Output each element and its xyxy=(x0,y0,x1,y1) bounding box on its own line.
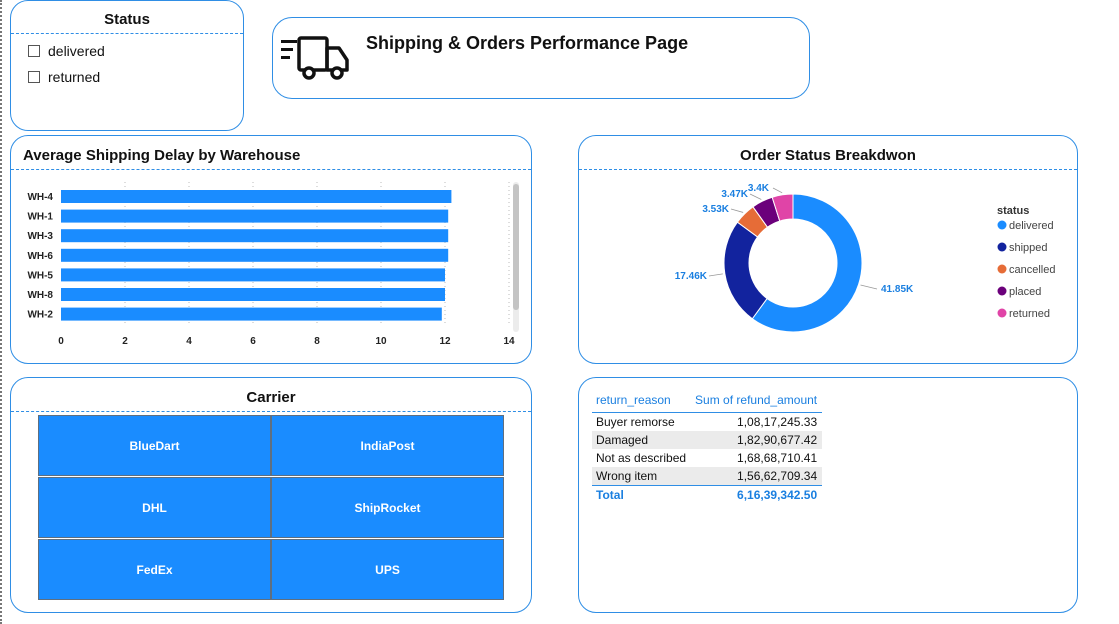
total-label-cell: Total xyxy=(592,485,692,504)
amount-cell: 1,82,90,677.42 xyxy=(691,431,823,449)
column-header-return-reason[interactable]: return_reason xyxy=(592,391,692,413)
legend-item-placed[interactable]: placed xyxy=(1009,286,1041,298)
y-category-label: WH-6 xyxy=(27,251,53,262)
y-category-label: WH-8 xyxy=(27,290,53,301)
reason-cell: Damaged xyxy=(592,431,692,449)
total-amount-cell: 6,16,39,342.50 xyxy=(691,485,823,504)
legend-item-delivered[interactable]: delivered xyxy=(1009,220,1054,232)
data-label: 17.46K xyxy=(675,271,708,282)
leader-line xyxy=(772,187,783,194)
status-option-returned[interactable]: returned xyxy=(28,69,100,85)
page-header-card: Shipping & Orders Performance Page xyxy=(272,17,810,99)
carrier-tile-grid: BlueDart IndiaPost DHL ShipRocket FedEx … xyxy=(38,415,504,600)
carrier-slicer: Carrier BlueDart IndiaPost DHL ShipRocke… xyxy=(10,377,532,613)
truck-icon xyxy=(281,36,349,80)
x-tick-label: 4 xyxy=(186,336,192,347)
reason-cell: Not as described xyxy=(596,451,687,465)
bar-wh-4[interactable] xyxy=(61,190,452,203)
table-row: Buyer remorse 1,08,17,245.33 xyxy=(592,413,822,432)
amount-cell: 1,68,68,710.41 xyxy=(737,451,818,465)
data-label: 41.85K xyxy=(881,284,914,295)
bar-wh-8[interactable] xyxy=(61,288,445,301)
carrier-tile-fedex[interactable]: FedEx xyxy=(38,539,271,600)
canvas-edge xyxy=(0,0,5,624)
y-category-label: WH-1 xyxy=(27,212,53,223)
legend-item-cancelled[interactable]: cancelled xyxy=(1009,264,1055,276)
y-category-label: WH-2 xyxy=(27,310,53,321)
bar-wh-2[interactable] xyxy=(61,307,442,321)
y-category-label: WH-4 xyxy=(27,192,53,203)
leader-line xyxy=(749,193,762,200)
amount-cell: 1,08,17,245.33 xyxy=(737,415,818,429)
reason-cell: Wrong item xyxy=(592,467,692,486)
leader-line xyxy=(860,284,878,290)
legend-marker-icon xyxy=(997,264,1007,274)
divider xyxy=(11,33,243,34)
leader-line xyxy=(730,208,744,213)
checkbox-icon[interactable] xyxy=(28,71,40,83)
refund-table: return_reason Sum of refund_amount Buyer… xyxy=(592,391,823,504)
x-tick-label: 8 xyxy=(314,336,320,347)
dashboard-page: Status delivered returned Shipping & Ord… xyxy=(0,0,1119,624)
page-title: Shipping & Orders Performance Page xyxy=(366,33,689,53)
y-category-label: WH-3 xyxy=(27,231,53,242)
shipping-delay-chart: Average Shipping Delay by Warehouse 0246… xyxy=(10,135,532,364)
bar-chart-svg: 0 2 4 6 8 10 12 14 WH-4 WH-1 WH-3 WH-6 WH-5 WH-8 WH-2 xyxy=(27,182,519,347)
table-header-row: return_reason Sum of refund_amount xyxy=(592,391,823,413)
data-label: 3.4K xyxy=(748,183,770,194)
bar-wh-1[interactable] xyxy=(61,209,449,223)
amount-cell: 1,56,62,709.34 xyxy=(691,467,823,486)
reason-cell: Buyer remorse xyxy=(596,415,675,429)
table-row: Wrong item 1,56,62,709.34 xyxy=(592,467,823,486)
bar-wh-6[interactable] xyxy=(61,248,449,262)
legend-title: status xyxy=(997,205,1029,217)
data-label: 3.53K xyxy=(702,204,729,215)
carrier-tile-dhl[interactable]: DHL xyxy=(38,477,271,538)
bar-wh-3[interactable] xyxy=(61,229,449,243)
carrier-tile-bluedart[interactable]: BlueDart xyxy=(38,415,271,476)
carrier-tile-shiprocket[interactable]: ShipRocket xyxy=(271,477,504,538)
status-option-label: returned xyxy=(48,69,101,85)
legend-marker-icon xyxy=(997,308,1007,318)
order-status-chart: Order Status Breakdwon 41.85K 17.46K 3.53K… xyxy=(578,135,1078,364)
x-tick-label: 10 xyxy=(375,336,387,347)
legend-item-returned[interactable]: returned xyxy=(1009,308,1050,320)
carrier-title: Carrier xyxy=(246,389,296,406)
x-tick-label: 6 xyxy=(250,336,256,347)
x-tick-label: 14 xyxy=(503,336,515,347)
divider xyxy=(11,411,531,412)
refund-table-card: return_reason Sum of refund_amount Buyer… xyxy=(578,377,1078,613)
x-tick-label: 0 xyxy=(58,336,64,347)
y-category-label: WH-5 xyxy=(27,270,53,281)
donut-chart-svg: 41.85K 17.46K 3.53K 3.47K3.4K status delivere… xyxy=(675,183,1055,333)
status-option-delivered[interactable]: delivered xyxy=(28,43,105,59)
scrollbar-thumb[interactable] xyxy=(513,184,519,310)
table-row: Damaged 1,82,90,677.42 xyxy=(592,431,823,449)
leader-line xyxy=(708,273,723,277)
data-label: 3.47K xyxy=(721,189,748,200)
column-header-refund-amount[interactable]: Sum of refund_amount xyxy=(691,391,823,413)
legend-marker-icon xyxy=(997,220,1007,230)
bar-wh-5[interactable] xyxy=(61,268,445,282)
legend-marker-icon xyxy=(997,286,1007,296)
x-tick-label: 2 xyxy=(122,336,128,347)
table-row: Not as described 1,68,68,710.41 xyxy=(592,449,822,467)
status-option-label: delivered xyxy=(48,43,105,59)
status-slicer-title: Status xyxy=(104,11,150,28)
x-tick-label: 12 xyxy=(439,336,451,347)
legend-marker-icon xyxy=(997,242,1007,252)
legend-item-shipped[interactable]: shipped xyxy=(1009,242,1048,254)
status-slicer: Status delivered returned xyxy=(10,0,244,131)
table-total-row: Total 6,16,39,342.50 xyxy=(592,485,823,504)
carrier-tile-ups[interactable]: UPS xyxy=(271,539,504,600)
checkbox-icon[interactable] xyxy=(28,45,40,57)
carrier-tile-indiapost[interactable]: IndiaPost xyxy=(271,415,504,476)
donut-slice-shipped[interactable] xyxy=(723,221,768,320)
